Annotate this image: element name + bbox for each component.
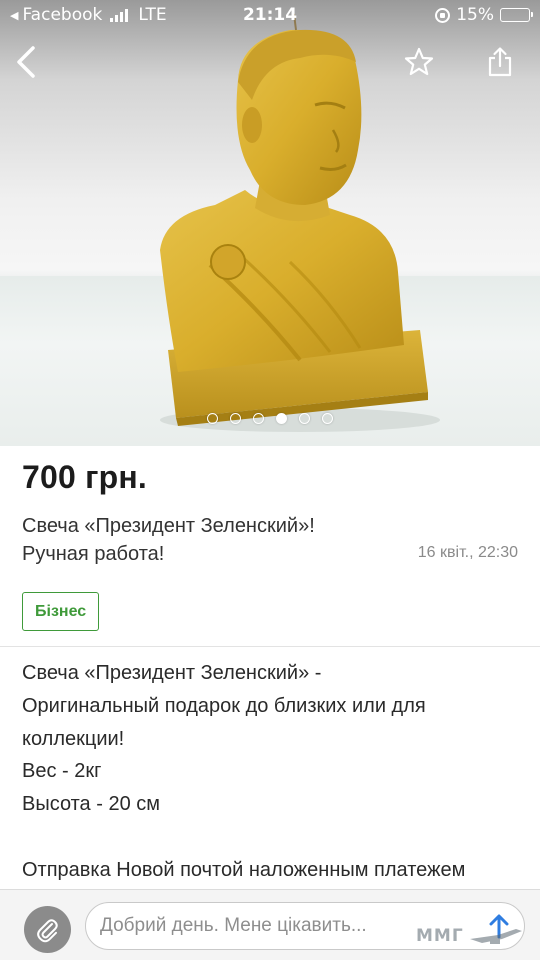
- business-badge: Бізнес: [22, 592, 100, 631]
- paperclip-icon: [36, 918, 58, 942]
- battery-icon: [500, 8, 533, 22]
- back-button[interactable]: [4, 40, 48, 84]
- listing-date: 16 квіт., 22:30: [417, 544, 518, 561]
- section-divider: [0, 646, 540, 647]
- description-line: Оригинальный подарок до близких или для: [22, 694, 426, 717]
- attach-button[interactable]: [24, 906, 71, 953]
- star-outline-icon: [404, 47, 434, 76]
- listing-photo[interactable]: [0, 0, 540, 446]
- favorite-button[interactable]: [397, 40, 441, 84]
- candle-bust-image: [160, 13, 440, 432]
- listing-price: 700 грн.: [22, 459, 147, 495]
- description-line: Отправка Новой почтой наложенным платеже…: [22, 858, 466, 881]
- send-button[interactable]: [479, 906, 519, 946]
- pager-dot[interactable]: [207, 413, 218, 424]
- description-line: Вес - 2кг: [22, 760, 102, 783]
- arrow-up-icon: [489, 914, 509, 939]
- signal-icon: [110, 8, 129, 22]
- pager-dot[interactable]: [253, 413, 264, 424]
- description-line: Высота - 20 см: [22, 793, 161, 816]
- pager-dot[interactable]: [299, 413, 310, 424]
- description-line: коллекции!: [22, 727, 125, 750]
- listing-description: Свеча «Президент Зеленский» - Оригинальны…: [22, 657, 528, 887]
- rotation-lock-icon: [435, 7, 451, 23]
- battery-percent: 15%: [456, 5, 494, 25]
- back-to-app-icon: ◀: [10, 8, 19, 22]
- status-back-to-app[interactable]: ◀ Facebook LTE: [10, 5, 210, 25]
- message-input[interactable]: [85, 902, 525, 950]
- share-icon: [488, 47, 512, 77]
- share-button[interactable]: [478, 40, 522, 84]
- description-line: [22, 821, 528, 854]
- network-type: LTE: [138, 5, 167, 25]
- listing-title-line-1: Свеча «Президент Зеленский»!: [22, 515, 315, 537]
- pager-dot-active[interactable]: [276, 413, 287, 424]
- status-back-app-label: Facebook: [22, 5, 103, 25]
- description-line: Свеча «Президент Зеленский» -: [22, 662, 322, 684]
- listing-title-line-2: Ручная работа!: [22, 543, 165, 565]
- gallery-pager[interactable]: [0, 413, 540, 424]
- listing-title: Свеча «Президент Зеленский»! Ручная рабо…: [22, 512, 402, 568]
- message-bar: [0, 889, 540, 960]
- pager-dot[interactable]: [230, 413, 241, 424]
- status-bar: ◀ Facebook LTE 21:14 15%: [0, 0, 540, 30]
- pager-dot[interactable]: [322, 413, 333, 424]
- chevron-left-icon: [17, 46, 35, 78]
